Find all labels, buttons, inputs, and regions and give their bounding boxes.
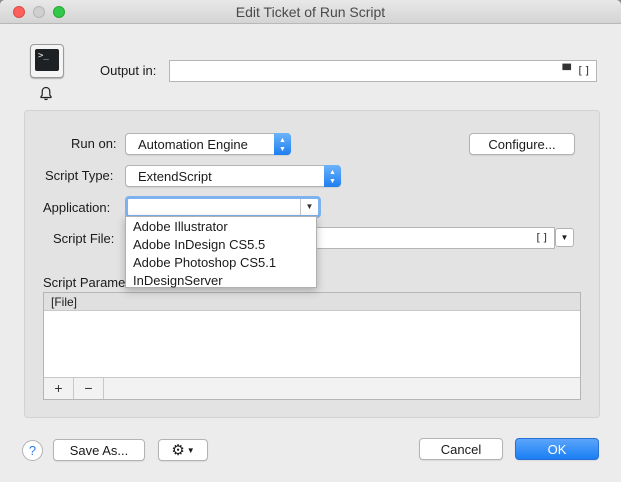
script-file-menu-button[interactable]: ▼ [555, 228, 574, 247]
window-title: Edit Ticket of Run Script [235, 4, 386, 20]
cancel-button[interactable]: Cancel [419, 438, 503, 460]
params-column-header[interactable]: [File] [44, 293, 580, 311]
save-as-button[interactable]: Save As... [53, 439, 145, 461]
caret-down-icon: ▼ [186, 446, 195, 455]
script-file-label: Script File: [53, 231, 115, 246]
chevron-updown-icon: ▲ ▼ [274, 133, 291, 155]
bracket-icon[interactable]: [] [536, 231, 549, 244]
script-params-table[interactable]: [File] + − [43, 292, 581, 400]
application-option[interactable]: Adobe Illustrator [126, 218, 316, 236]
run-on-select[interactable]: Automation Engine ▲ ▼ [125, 133, 291, 155]
title-bar: Edit Ticket of Run Script [0, 0, 621, 24]
bell-icon[interactable] [38, 86, 54, 102]
configure-button[interactable]: Configure... [469, 133, 575, 155]
help-button[interactable]: ? [22, 440, 43, 461]
script-type-select[interactable]: ExtendScript ▲ ▼ [125, 165, 341, 187]
application-option[interactable]: Adobe Photoshop CS5.1 [126, 254, 316, 272]
application-dropdown: Adobe Illustrator Adobe InDesign CS5.5 A… [125, 216, 317, 288]
application-option[interactable]: Adobe InDesign CS5.5 [126, 236, 316, 254]
output-label: Output in: [100, 63, 157, 78]
chevron-down-icon: ▼ [560, 233, 569, 242]
script-type-label: Script Type: [45, 168, 114, 183]
ok-button[interactable]: OK [515, 438, 599, 460]
chevron-down-icon[interactable]: ▼ [300, 199, 318, 215]
application-option[interactable]: InDesignServer [126, 272, 316, 290]
dialog-window: Edit Ticket of Run Script >_ Output in: … [0, 0, 621, 482]
bell-icon-svg [40, 86, 52, 101]
gear-icon: ⚙ [171, 442, 185, 459]
run-on-value: Automation Engine [138, 137, 248, 152]
script-params-label: Script Parame [43, 275, 126, 290]
application-label: Application: [43, 200, 111, 215]
remove-param-button[interactable]: − [74, 378, 104, 399]
output-field[interactable]: ▀ [] [169, 60, 597, 82]
params-toolbar: + − [44, 377, 580, 399]
chevron-updown-icon: ▲ ▼ [324, 165, 341, 187]
add-param-button[interactable]: + [44, 378, 74, 399]
gear-menu-button[interactable]: ⚙ ▼ [158, 439, 208, 461]
script-type-value: ExtendScript [138, 169, 212, 184]
run-on-label: Run on: [71, 136, 117, 151]
folder-browse-icon[interactable]: ▀ [] [562, 64, 591, 77]
terminal-icon-screen: >_ [35, 49, 59, 71]
terminal-icon: >_ [30, 44, 64, 78]
application-combo[interactable]: ▼ [125, 196, 321, 218]
